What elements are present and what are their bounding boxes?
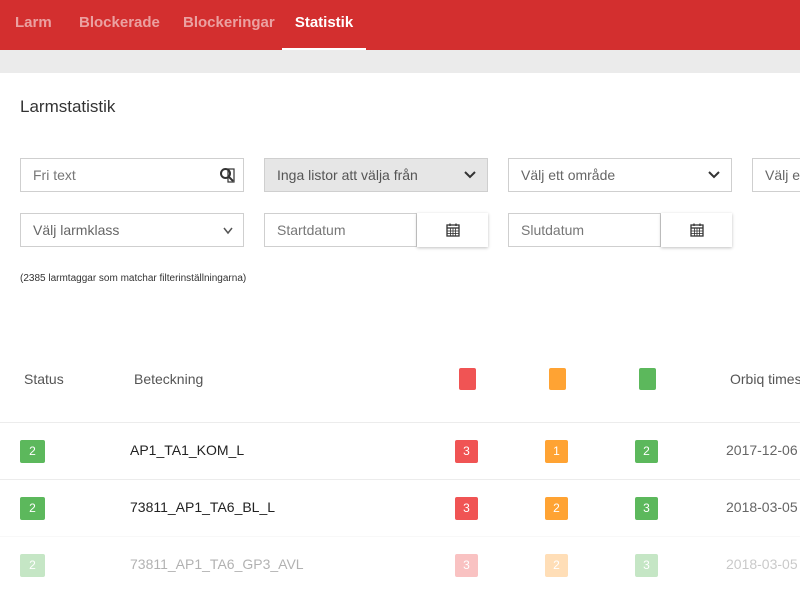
status-badge: 2	[20, 440, 45, 463]
chevron-down-icon	[223, 227, 233, 235]
page-title: Larmstatistik	[20, 97, 116, 116]
designation-cell: 73811_AP1_TA6_BL_L	[130, 499, 276, 515]
column-header-red-severity[interactable]	[459, 368, 476, 390]
timestamp-cell: 2018-03-05	[726, 556, 798, 572]
red-count-badge: 3	[455, 440, 478, 463]
start-date-field[interactable]	[264, 213, 417, 247]
red-count-badge: 3	[455, 554, 478, 577]
chevron-down-icon	[464, 171, 476, 179]
area-select-value: Välj ett område	[521, 167, 616, 183]
column-header-designation[interactable]: Beteckning	[134, 371, 203, 387]
calendar-icon	[445, 223, 460, 237]
timestamp-cell: 2017-12-06	[726, 442, 798, 458]
tab-statistik[interactable]: Statistik	[282, 0, 366, 50]
end-date-field[interactable]	[508, 213, 661, 247]
extra-select-value: Välj ett	[765, 167, 800, 183]
red-count-badge: 3	[455, 497, 478, 520]
match-count-note: (2385 larmtaggar som matchar filterinstä…	[20, 273, 247, 284]
green-count-badge: 3	[635, 497, 658, 520]
tab-blockerade[interactable]: Blockerade	[79, 0, 160, 50]
start-date-calendar-button[interactable]	[417, 213, 488, 247]
green-count-badge: 2	[635, 440, 658, 463]
table-row[interactable]: 2 73811_AP1_TA6_BL_L 3 2 3 2018-03-05	[0, 479, 800, 536]
statistics-panel: Larmstatistik Inga listor att välja från…	[0, 73, 800, 600]
extra-select[interactable]: Välj ett	[752, 158, 800, 192]
column-header-orange-severity[interactable]	[549, 368, 566, 390]
column-header-timestamp[interactable]: Orbiq times	[730, 371, 800, 387]
alarm-class-select-value: Välj larmklass	[33, 222, 120, 238]
table-row[interactable]: 2 AP1_TA1_KOM_L 3 1 2 2017-12-06	[0, 422, 800, 479]
free-text-field[interactable]	[20, 158, 244, 192]
free-text-input[interactable]	[33, 159, 243, 191]
green-count-badge: 3	[635, 554, 658, 577]
timestamp-cell: 2018-03-05	[726, 499, 798, 515]
status-badge: 2	[20, 554, 45, 577]
list-select[interactable]: Inga listor att välja från	[264, 158, 488, 192]
area-select[interactable]: Välj ett område	[508, 158, 732, 192]
designation-cell: 73811_AP1_TA6_GP3_AVL	[130, 556, 304, 572]
orange-count-badge: 1	[545, 440, 568, 463]
calendar-icon	[689, 223, 704, 237]
orange-count-badge: 2	[545, 497, 568, 520]
orange-count-badge: 2	[545, 554, 568, 577]
chevron-down-icon	[708, 171, 720, 179]
designation-cell: AP1_TA1_KOM_L	[130, 442, 245, 458]
search-icon[interactable]	[219, 167, 235, 183]
status-badge: 2	[20, 497, 45, 520]
end-date-input[interactable]	[521, 214, 660, 246]
end-date-calendar-button[interactable]	[661, 213, 732, 247]
tab-larm[interactable]: Larm	[15, 0, 52, 50]
column-header-green-severity[interactable]	[639, 368, 656, 390]
top-navigation: Larm Blockerade Blockeringar Statistik	[0, 0, 800, 50]
column-header-status[interactable]: Status	[24, 371, 64, 387]
alarm-class-select[interactable]: Välj larmklass	[20, 213, 244, 247]
tab-blockeringar[interactable]: Blockeringar	[183, 0, 275, 50]
list-select-value: Inga listor att välja från	[277, 167, 418, 183]
table-row[interactable]: 2 73811_AP1_TA6_GP3_AVL 3 2 3 2018-03-05	[0, 536, 800, 593]
start-date-input[interactable]	[277, 214, 416, 246]
